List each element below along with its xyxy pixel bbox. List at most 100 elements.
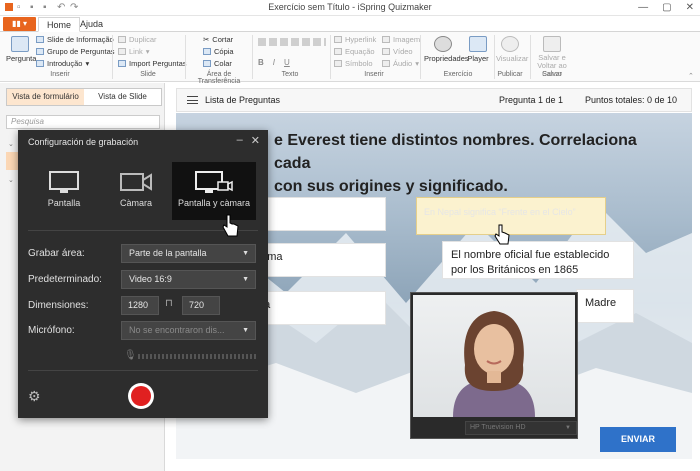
duplicate-button[interactable]: Duplicar bbox=[118, 35, 157, 44]
duplicate-icon bbox=[118, 36, 126, 43]
chevron-down-icon[interactable]: ⌄ bbox=[8, 140, 14, 148]
group-label-salvar: Salvar bbox=[542, 71, 562, 78]
paste-label: Colar bbox=[214, 59, 232, 68]
send-button[interactable]: ENVIAR bbox=[600, 427, 676, 452]
underline-button[interactable]: U bbox=[284, 58, 290, 67]
player-button[interactable]: Player bbox=[464, 36, 492, 63]
import-icon bbox=[118, 60, 126, 67]
image-button[interactable]: Imagem bbox=[382, 35, 420, 44]
group-label-clipboard: Área de Transferência bbox=[197, 71, 241, 85]
image-label: Imagem bbox=[393, 35, 421, 44]
match-right-item[interactable]: Madre bbox=[576, 289, 634, 323]
import-questions-button[interactable]: Import Perguntas bbox=[118, 59, 187, 68]
italic-button[interactable]: I bbox=[273, 58, 275, 67]
copy-button[interactable]: Cópia bbox=[203, 47, 234, 56]
preset-select[interactable]: Video 16:9 ▼ bbox=[121, 270, 256, 289]
webcam-image bbox=[413, 295, 575, 417]
chevron-down-icon[interactable]: ⌄ bbox=[8, 176, 14, 184]
text-format-buttons: B I U bbox=[258, 58, 290, 67]
total-points: Puntos totales: 0 de 10 bbox=[585, 95, 678, 105]
video-icon bbox=[382, 48, 390, 55]
intro-icon bbox=[36, 60, 44, 67]
settings-gear-icon[interactable]: ⚙ bbox=[28, 388, 41, 405]
close-icon[interactable]: ✕ bbox=[251, 134, 260, 147]
equation-icon bbox=[334, 48, 342, 55]
play-icon bbox=[501, 36, 519, 52]
list-icon[interactable] bbox=[187, 96, 198, 104]
question-counter: Pregunta 1 de 1 bbox=[499, 95, 564, 105]
minimize-icon[interactable]: – bbox=[237, 134, 243, 147]
close-icon[interactable]: ✕ bbox=[686, 0, 694, 16]
question-group-button[interactable]: Grupo de Perguntas bbox=[36, 47, 115, 56]
chevron-down-icon: ▼ bbox=[242, 250, 249, 257]
question-list-label[interactable]: Lista de Preguntas bbox=[205, 95, 280, 105]
pergunta-label: Pergunta bbox=[6, 54, 37, 63]
question-group-label: Grupo de Perguntas bbox=[47, 47, 115, 56]
ribbon-separator bbox=[252, 35, 253, 79]
properties-button[interactable]: Propriedades bbox=[424, 36, 469, 63]
image-icon bbox=[382, 36, 390, 43]
maximize-icon[interactable]: ▢ bbox=[662, 0, 671, 16]
gear-icon bbox=[434, 36, 452, 52]
group-label-inserir2: Inserir bbox=[364, 71, 384, 78]
file-menu-button[interactable]: ▮▮ ▾ bbox=[3, 17, 36, 31]
preset-label: Predeterminado: bbox=[28, 274, 102, 285]
mode-screen-camera-label: Pantalla y càmara bbox=[177, 198, 251, 208]
hyperlink-icon bbox=[334, 36, 342, 43]
chevron-down-icon: ▼ bbox=[242, 276, 249, 283]
mode-camera-button[interactable]: Càmara bbox=[94, 162, 178, 220]
height-input[interactable]: 720 bbox=[182, 296, 220, 315]
width-input[interactable]: 1280 bbox=[121, 296, 159, 315]
cut-button[interactable]: ✂ Cortar bbox=[203, 35, 233, 44]
tab-ajuda[interactable]: Ajuda bbox=[72, 17, 111, 32]
ribbon-separator bbox=[420, 35, 421, 79]
match-right-item[interactable]: El nombre oficial fue establecido por lo… bbox=[442, 241, 634, 279]
monitor-camera-icon bbox=[195, 171, 233, 193]
view-switcher: Vista de formulário Vista de Slide bbox=[6, 88, 162, 106]
recording-settings-dialog: Configuración de grabación – ✕ Pantalla … bbox=[18, 130, 268, 418]
slide-info-button[interactable]: Slide de Informação bbox=[36, 35, 114, 44]
microphone-select[interactable]: No se encontraron dis... ▼ bbox=[121, 321, 256, 340]
bold-button[interactable]: B bbox=[258, 58, 264, 67]
preset-value: Video 16:9 bbox=[129, 274, 172, 284]
save-disk-icon bbox=[543, 36, 561, 52]
equation-label: Equação bbox=[345, 47, 375, 56]
area-select[interactable]: Parte de la pantalla ▼ bbox=[121, 244, 256, 263]
link-button[interactable]: Link ▾ bbox=[118, 47, 150, 56]
audio-button[interactable]: Áudio ▾ bbox=[382, 59, 419, 68]
intro-button[interactable]: Introdução ▾ bbox=[36, 59, 89, 68]
paste-button[interactable]: Colar bbox=[203, 59, 232, 68]
ribbon-collapse-icon[interactable]: ⌃ bbox=[688, 72, 694, 80]
match-right-item[interactable]: En Nepal significa “Frente en el Cielo” bbox=[416, 197, 606, 235]
video-label: Vídeo bbox=[393, 47, 413, 56]
slide-view-tab[interactable]: Vista de Slide bbox=[84, 89, 161, 105]
question-icon bbox=[11, 36, 29, 52]
group-label-inserir: Inserir bbox=[50, 71, 70, 78]
audio-level-meter bbox=[138, 354, 256, 359]
symbol-icon bbox=[334, 60, 342, 67]
equation-button[interactable]: Equação bbox=[334, 47, 375, 56]
search-input[interactable]: Pesquisa bbox=[6, 115, 160, 129]
minimize-icon[interactable]: — bbox=[638, 0, 648, 16]
audio-label: Áudio bbox=[393, 59, 413, 68]
microphone-icon: 🎙 bbox=[124, 350, 137, 361]
hyperlink-button[interactable]: Hyperlink bbox=[334, 35, 376, 44]
duplicate-label: Duplicar bbox=[129, 35, 157, 44]
preview-button[interactable]: Visualizar bbox=[496, 36, 528, 63]
record-button[interactable] bbox=[128, 383, 154, 409]
symbol-button[interactable]: Símbolo bbox=[334, 59, 373, 68]
dimensions-label: Dimensiones: bbox=[28, 300, 89, 311]
form-view-tab[interactable]: Vista de formulário bbox=[7, 89, 84, 105]
webcam-device-select[interactable]: HP Truevision HD ▼ bbox=[465, 421, 577, 435]
pergunta-button[interactable]: Pergunta bbox=[6, 36, 37, 63]
webcam-preview: HP Truevision HD ▼ bbox=[410, 292, 578, 439]
ribbon-separator bbox=[330, 35, 331, 79]
lock-icon[interactable]: ⊓ bbox=[165, 298, 173, 309]
hand-cursor-icon bbox=[494, 224, 510, 245]
intro-label: Introdução bbox=[47, 59, 83, 68]
video-button[interactable]: Vídeo bbox=[382, 47, 413, 56]
mode-camera-label: Càmara bbox=[119, 198, 152, 208]
mode-screen-camera-button[interactable]: Pantalla y càmara bbox=[172, 162, 256, 220]
group-icon bbox=[36, 48, 44, 55]
copy-label: Cópia bbox=[214, 47, 234, 56]
